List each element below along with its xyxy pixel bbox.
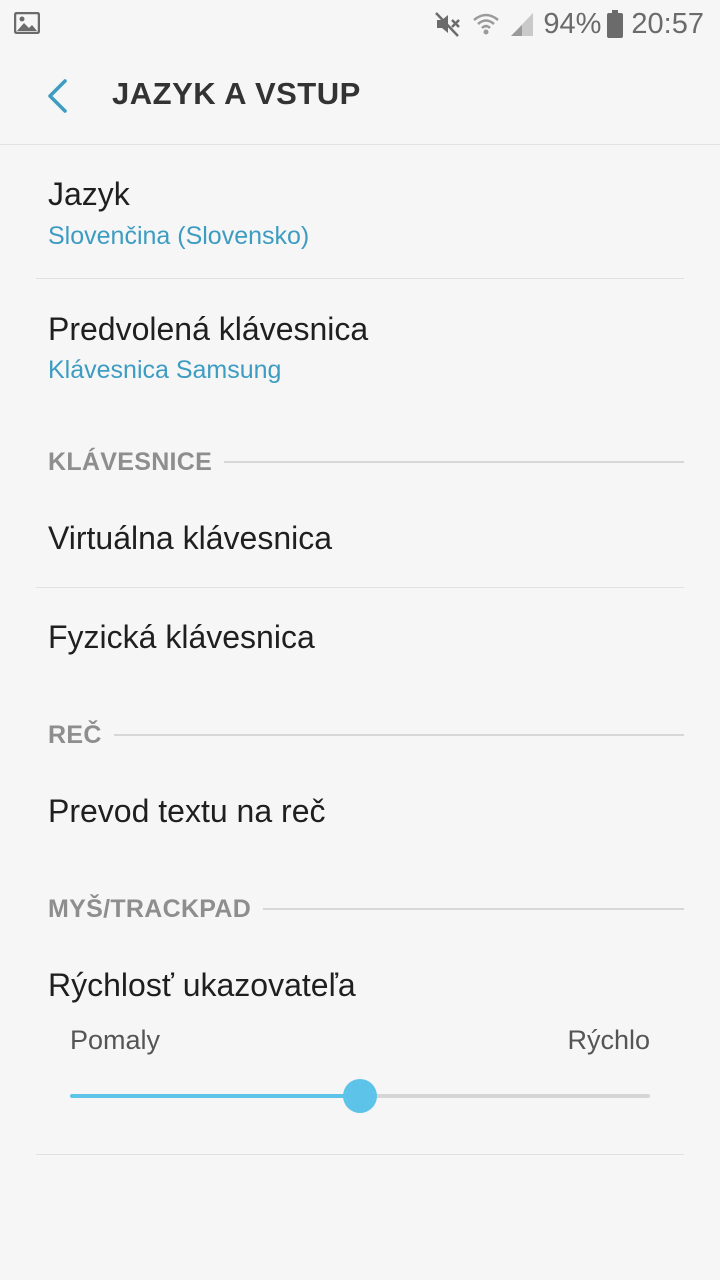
status-indicators: 94% 20:57 — [433, 6, 704, 42]
status-bar: 94% 20:57 — [0, 0, 720, 48]
divider — [36, 1154, 684, 1155]
virtual-keyboard-title: Virtuálna klávesnica — [48, 520, 333, 556]
section-label: MYŠ/TRACKPAD — [48, 894, 252, 923]
text-to-speech-setting[interactable]: Prevod textu na reč — [36, 762, 684, 862]
slider-thumb[interactable] — [343, 1079, 377, 1113]
language-setting[interactable]: Jazyk Slovenčina (Slovensko) — [36, 145, 684, 278]
section-divider — [263, 908, 684, 910]
pointer-speed-title: Rýchlosť ukazovateľa — [48, 967, 356, 1003]
slider-max-label: Rýchlo — [567, 1025, 650, 1055]
battery-percent: 94% — [543, 7, 602, 40]
text-to-speech-title: Prevod textu na reč — [48, 793, 326, 829]
default-keyboard-setting[interactable]: Predvolená klávesnica Klávesnica Samsung — [36, 279, 684, 414]
battery-indicator: 94% — [543, 7, 624, 41]
gallery-icon — [13, 11, 41, 35]
language-value: Slovenčina (Slovensko) — [48, 222, 310, 250]
app-bar: JAZYK A VSTUP — [0, 48, 720, 145]
default-keyboard-title: Predvolená klávesnica — [48, 311, 369, 347]
section-header-keyboards: KLÁVESNICE — [48, 447, 684, 477]
section-divider — [113, 734, 684, 736]
signal-icon — [509, 10, 535, 38]
default-keyboard-value: Klávesnica Samsung — [48, 356, 282, 384]
physical-keyboard-setting[interactable]: Fyzická klávesnica — [36, 588, 684, 688]
slider-fill — [70, 1094, 360, 1098]
slider-min-label: Pomaly — [70, 1025, 161, 1055]
virtual-keyboard-setting[interactable]: Virtuálna klávesnica — [36, 490, 684, 587]
clock: 20:57 — [631, 7, 704, 40]
wifi-icon — [471, 9, 501, 39]
section-label: KLÁVESNICE — [48, 447, 213, 476]
pointer-speed-slider[interactable] — [70, 1079, 650, 1113]
language-title: Jazyk — [48, 176, 130, 212]
physical-keyboard-title: Fyzická klávesnica — [48, 619, 315, 655]
page-title: JAZYK A VSTUP — [112, 76, 361, 111]
section-header-speech: REČ — [48, 720, 684, 750]
section-divider — [224, 461, 684, 463]
battery-icon — [607, 10, 624, 38]
back-button[interactable] — [30, 68, 84, 124]
back-arrow-icon — [48, 79, 67, 113]
mute-icon — [433, 9, 463, 39]
section-label: REČ — [48, 720, 102, 749]
section-header-mouse: MYŠ/TRACKPAD — [48, 894, 684, 924]
